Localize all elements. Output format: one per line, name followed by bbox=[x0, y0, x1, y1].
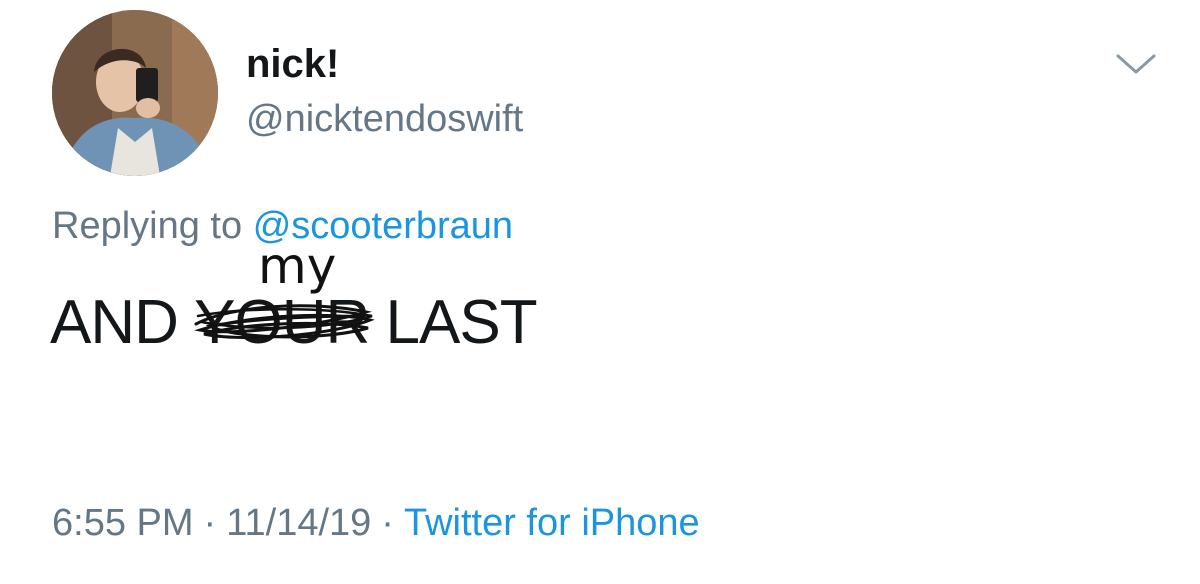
user-handle[interactable]: @nicktendoswift bbox=[246, 96, 523, 142]
body-word-and: AND bbox=[50, 288, 179, 357]
struck-word-text: YOUR bbox=[194, 288, 370, 357]
tweet-source-link[interactable]: Twitter for iPhone bbox=[404, 502, 700, 544]
body-word-last: LAST bbox=[385, 288, 538, 357]
reply-prefix: Replying to bbox=[52, 205, 243, 247]
tweet-meta: 6:55 PM · 11/14/19 · Twitter for iPhone bbox=[52, 498, 700, 548]
tweet-body: AND YOUR LAST bbox=[50, 286, 538, 360]
display-name[interactable]: nick! bbox=[246, 40, 339, 88]
tweet: nick! @nicktendoswift Replying to @scoot… bbox=[0, 0, 1200, 584]
struck-word: YOUR bbox=[194, 286, 375, 360]
tweet-time[interactable]: 6:55 PM bbox=[52, 502, 194, 544]
tweet-date[interactable]: 11/14/19 bbox=[226, 502, 371, 544]
avatar[interactable] bbox=[52, 10, 218, 176]
chevron-down-icon[interactable] bbox=[1112, 50, 1160, 80]
meta-separator: · bbox=[203, 502, 217, 544]
avatar-photo bbox=[52, 10, 218, 176]
meta-separator: · bbox=[381, 502, 394, 544]
